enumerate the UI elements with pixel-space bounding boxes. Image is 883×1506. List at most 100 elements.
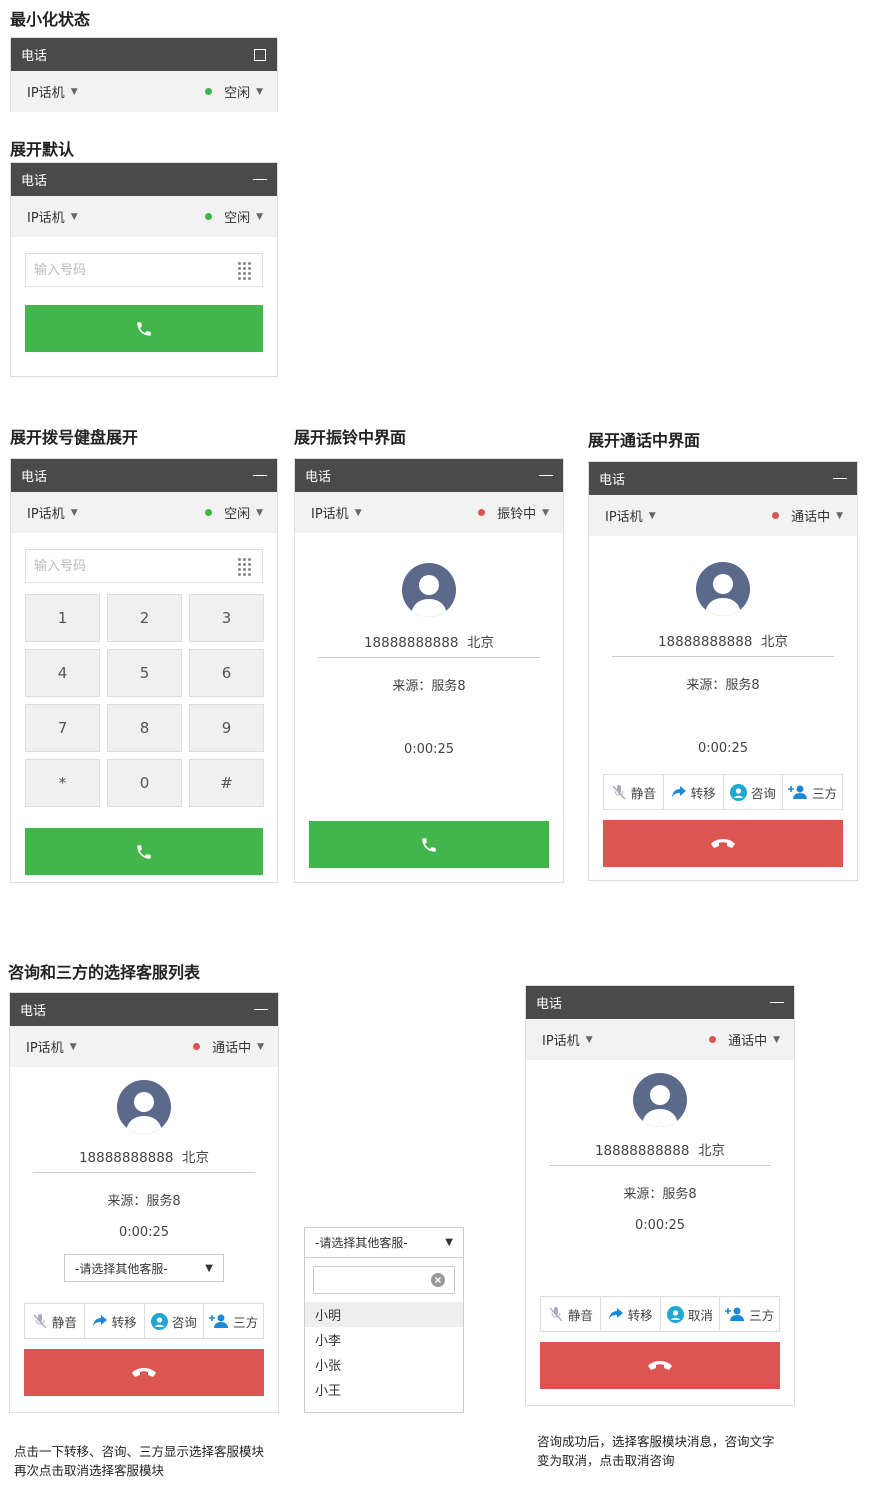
device-label: IP话机	[27, 86, 65, 101]
status-dropdown[interactable]: 空闲 ▼	[205, 82, 263, 101]
mic-off-icon	[33, 1314, 47, 1329]
status-dropdown[interactable]: 空闲 ▼	[205, 503, 263, 522]
agent-select-placeholder: -请选择其他客服-	[315, 1236, 408, 1250]
key-8[interactable]: 8	[107, 704, 182, 752]
headset-user-icon	[729, 783, 747, 801]
device-dropdown[interactable]: IP话机 ▼	[27, 207, 78, 226]
status-dot-icon	[205, 213, 213, 220]
key-7[interactable]: 7	[25, 704, 100, 752]
status-dropdown[interactable]: 通话中 ▼	[772, 506, 843, 525]
minimize-icon[interactable]	[253, 469, 267, 483]
device-dropdown[interactable]: IP话机 ▼	[27, 82, 78, 101]
transfer-button[interactable]: 转移	[85, 1304, 145, 1338]
number-input[interactable]	[32, 261, 206, 279]
status-dot-icon	[205, 88, 213, 95]
three-way-button[interactable]: 三方	[783, 775, 842, 809]
avatar-icon	[402, 563, 456, 617]
status-dropdown[interactable]: 振铃中 ▼	[478, 503, 549, 522]
call-actions: 静音 转移 咨询 三方	[603, 774, 843, 810]
cancel-consult-button[interactable]: 取消	[661, 1297, 721, 1331]
agent-select[interactable]: -请选择其他客服- ▼	[305, 1228, 463, 1258]
agent-option[interactable]: 小李	[305, 1327, 463, 1352]
caller-info: 18888888888 北京	[603, 630, 843, 650]
consult-button[interactable]: 咨询	[145, 1304, 205, 1338]
key-2[interactable]: 2	[107, 594, 182, 642]
maximize-icon[interactable]	[253, 48, 267, 62]
status-dropdown[interactable]: 空闲 ▼	[205, 207, 263, 226]
phone-icon	[137, 321, 151, 336]
dialpad-icon[interactable]	[238, 262, 252, 280]
hangup-button[interactable]	[24, 1349, 264, 1396]
chevron-down-icon: ▼	[648, 510, 656, 521]
status-label: 空闲	[224, 211, 251, 226]
mute-label: 静音	[51, 1314, 77, 1330]
hangup-button[interactable]	[603, 820, 843, 867]
divider	[549, 1165, 771, 1166]
mute-button[interactable]: 静音	[25, 1304, 85, 1338]
three-way-label: 三方	[812, 785, 838, 801]
mute-label: 静音	[567, 1307, 593, 1323]
answer-button[interactable]	[309, 821, 549, 868]
mute-button[interactable]: 静音	[541, 1297, 601, 1331]
minimize-icon[interactable]	[254, 1003, 268, 1017]
key-1[interactable]: 1	[25, 594, 100, 642]
section-title-minimized: 最小化状态	[10, 10, 91, 29]
agent-option[interactable]: 小王	[305, 1377, 463, 1402]
status-dropdown[interactable]: 通话中 ▼	[193, 1037, 264, 1056]
call-actions: 静音 转移 取消 三方	[540, 1296, 780, 1332]
status-dropdown[interactable]: 通话中 ▼	[709, 1030, 780, 1049]
transfer-button[interactable]: 转移	[601, 1297, 661, 1331]
device-dropdown[interactable]: IP话机 ▼	[542, 1030, 593, 1049]
transfer-button[interactable]: 转移	[664, 775, 724, 809]
caption-left-line2: 再次点击取消选择客服模块	[14, 1463, 165, 1478]
consult-button[interactable]: 咨询	[724, 775, 784, 809]
agent-option[interactable]: 小明	[305, 1302, 463, 1327]
agent-option[interactable]: 小张	[305, 1352, 463, 1377]
device-dropdown[interactable]: IP话机 ▼	[605, 506, 656, 525]
three-way-button[interactable]: 三方	[204, 1304, 263, 1338]
consult-label: 咨询	[171, 1314, 197, 1330]
minimize-icon[interactable]	[253, 173, 267, 187]
device-dropdown[interactable]: IP话机 ▼	[27, 503, 78, 522]
panel-header: 电话	[11, 459, 277, 492]
section-title-consult-list: 咨询和三方的选择客服列表	[8, 963, 201, 982]
call-duration: 0:00:25	[403, 742, 455, 757]
minimize-icon[interactable]	[770, 996, 784, 1010]
phone-panel-dialpad: 电话 IP话机 ▼ 空闲 ▼ 1 2 3 4 5 6 7 8 9 * 0 #	[10, 458, 278, 883]
hangup-button[interactable]	[540, 1342, 780, 1389]
chevron-down-icon: ▼	[70, 211, 78, 222]
device-dropdown[interactable]: IP话机 ▼	[26, 1037, 77, 1056]
chevron-down-icon: ▼	[773, 1034, 780, 1045]
panel-title: 电话	[21, 174, 48, 189]
key-hash[interactable]: #	[189, 759, 264, 807]
device-dropdown[interactable]: IP话机 ▼	[311, 503, 362, 522]
dialpad-icon[interactable]	[238, 558, 252, 576]
key-5[interactable]: 5	[107, 649, 182, 697]
call-duration: 0:00:25	[118, 1225, 170, 1240]
agent-search-box[interactable]	[313, 1266, 455, 1294]
minimize-icon[interactable]	[539, 469, 553, 483]
panel-title: 电话	[21, 49, 48, 64]
number-input-box	[25, 253, 263, 287]
key-3[interactable]: 3	[189, 594, 264, 642]
three-way-label: 三方	[749, 1307, 775, 1323]
panel-header: 电话	[589, 462, 857, 495]
key-4[interactable]: 4	[25, 649, 100, 697]
key-0[interactable]: 0	[107, 759, 182, 807]
status-bar: IP话机 ▼ 空闲 ▼	[11, 196, 277, 237]
call-button[interactable]	[25, 305, 263, 352]
call-button[interactable]	[25, 828, 263, 875]
mute-button[interactable]: 静音	[604, 775, 664, 809]
key-6[interactable]: 6	[189, 649, 264, 697]
minimize-icon[interactable]	[833, 472, 847, 486]
call-source: 来源：服务8	[392, 679, 466, 694]
agent-select[interactable]: -请选择其他客服- ▼	[64, 1254, 224, 1282]
key-9[interactable]: 9	[189, 704, 264, 752]
number-input[interactable]	[32, 557, 206, 575]
clear-icon[interactable]	[431, 1273, 445, 1287]
status-label: 振铃中	[497, 507, 537, 522]
phone-icon	[422, 837, 436, 852]
key-star[interactable]: *	[25, 759, 100, 807]
caller-number: 18888888888	[363, 635, 459, 651]
three-way-button[interactable]: 三方	[720, 1297, 779, 1331]
